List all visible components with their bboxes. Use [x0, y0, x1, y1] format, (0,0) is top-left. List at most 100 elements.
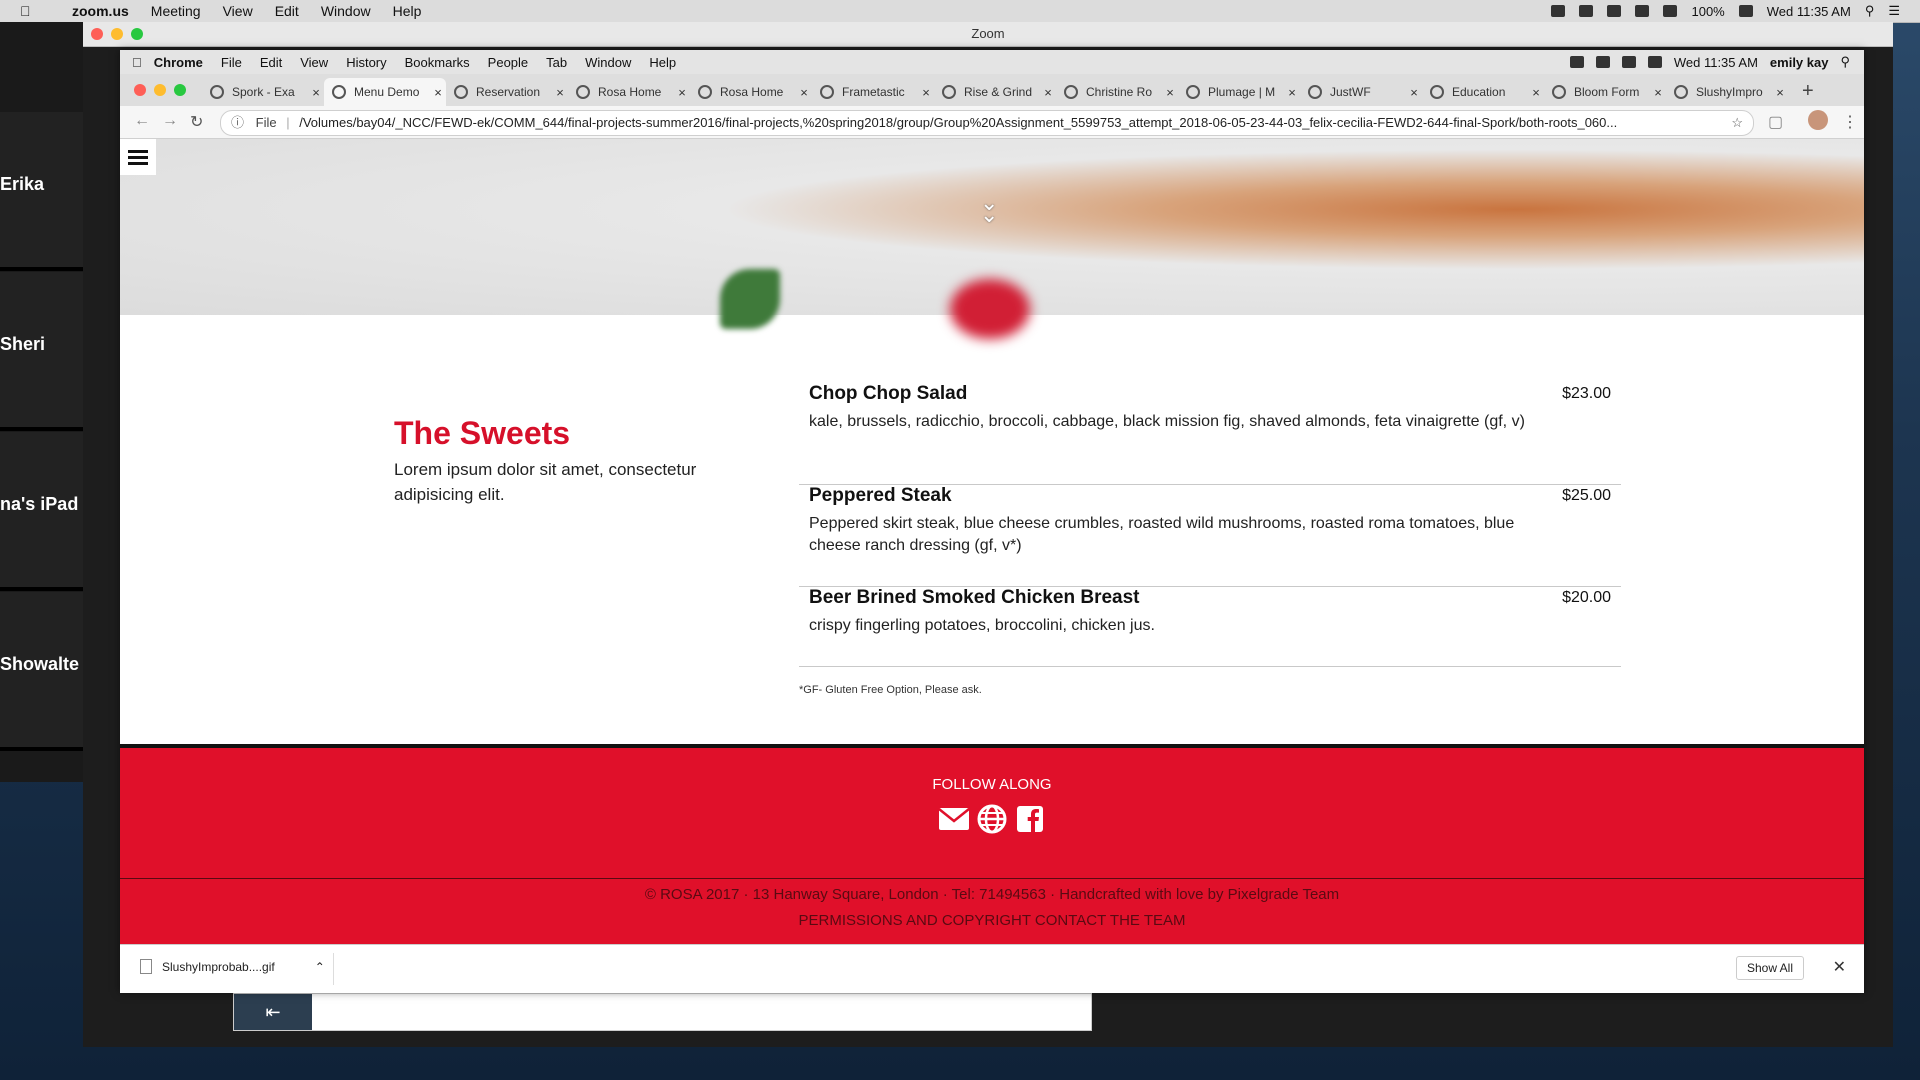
chevron-up-icon[interactable]: ⌃ [315, 960, 325, 974]
menubar-item-meeting[interactable]: Meeting [151, 3, 201, 19]
forward-arrow-icon[interactable]: → [162, 112, 178, 130]
participant-tile[interactable]: Sheri [0, 272, 83, 431]
close-tab-icon[interactable]: × [1772, 85, 1788, 100]
scroll-down-chevron-icon[interactable]: ⌄ ⌄ [980, 192, 998, 226]
close-tab-icon[interactable]: × [674, 85, 690, 100]
minimize-window-icon[interactable] [111, 28, 123, 40]
close-tab-icon[interactable]: × [1528, 85, 1544, 100]
status-icon[interactable] [1621, 56, 1636, 68]
participant-tile[interactable]: Erika [0, 112, 83, 271]
close-tab-icon[interactable]: × [1406, 85, 1422, 100]
minimize-window-icon[interactable] [154, 84, 166, 96]
reload-icon[interactable]: ↻ [190, 112, 203, 132]
extension-icon[interactable]: ▢ [1768, 112, 1783, 132]
mail-icon[interactable] [938, 804, 970, 834]
spotlight-icon[interactable]: ⚲ [1840, 54, 1850, 70]
browser-tab[interactable]: Rise & Grind × [934, 78, 1056, 106]
more-menu-icon[interactable]: ⋮ [1842, 112, 1858, 132]
back-arrow-icon[interactable]: ⇤ [234, 994, 312, 1030]
browser-tab[interactable]: JustWF × [1300, 78, 1422, 106]
browser-tab[interactable]: Plumage | M × [1178, 78, 1300, 106]
close-tab-icon[interactable]: × [430, 85, 446, 100]
chrome-menu-view[interactable]: View [300, 55, 328, 70]
gluten-free-note: *GF- Gluten Free Option, Please ask. [799, 684, 982, 696]
menubar-clock[interactable]: Wed 11:35 AM [1767, 4, 1851, 19]
menu-list-icon[interactable]: ☰ [1888, 3, 1900, 19]
chrome-menu-history[interactable]: History [346, 55, 386, 70]
close-tab-icon[interactable]: × [796, 85, 812, 100]
back-arrow-icon[interactable]: ← [134, 112, 150, 130]
participant-tile[interactable]: na's iPad [0, 432, 83, 591]
menubar-item-help[interactable]: Help [393, 3, 422, 19]
footer-links[interactable]: PERMISSIONS AND COPYRIGHT CONTACT THE TE… [120, 912, 1864, 929]
show-all-button[interactable]: Show All [1735, 956, 1804, 980]
menu-item: Beer Brined Smoked Chicken Breast $20.00… [799, 587, 1621, 667]
close-tab-icon[interactable]: × [1040, 85, 1056, 100]
download-item[interactable]: SlushyImprobab....gif ⌃ [140, 959, 325, 974]
wifi-icon[interactable] [1635, 5, 1650, 17]
globe-icon[interactable] [976, 804, 1008, 834]
volume-icon[interactable] [1663, 5, 1678, 17]
close-icon[interactable]: ✕ [1833, 957, 1846, 977]
menubar-item-edit[interactable]: Edit [275, 3, 299, 19]
menubar-app-name[interactable]: zoom.us [72, 3, 129, 19]
browser-tab[interactable]: Christine Ro × [1056, 78, 1178, 106]
chrome-clock[interactable]: Wed 11:35 AM [1674, 55, 1758, 70]
user-name[interactable]: emily kay [1770, 55, 1829, 70]
fullscreen-window-icon[interactable] [131, 28, 143, 40]
hero-image: ⌄ ⌄ [120, 139, 1864, 339]
chrome-menu-edit[interactable]: Edit [260, 55, 282, 70]
tab-title: Reservation [476, 85, 541, 99]
browser-tab[interactable]: Reservation × [446, 78, 568, 106]
chrome-menu-bookmarks[interactable]: Bookmarks [405, 55, 470, 70]
status-icon[interactable] [1607, 5, 1622, 17]
close-tab-icon[interactable]: × [552, 85, 568, 100]
status-icon[interactable] [1579, 5, 1594, 17]
close-tab-icon[interactable]: × [308, 85, 324, 100]
browser-tab[interactable]: Rosa Home × [690, 78, 812, 106]
apple-menu-icon[interactable]:  [132, 55, 142, 70]
fullscreen-window-icon[interactable] [174, 84, 186, 96]
close-tab-icon[interactable]: × [1650, 85, 1666, 100]
avatar[interactable] [1808, 110, 1828, 130]
browser-tab[interactable]: Spork - Exa × [202, 78, 324, 106]
menubar-item-view[interactable]: View [223, 3, 253, 19]
spotlight-icon[interactable]: ⚲ [1865, 3, 1875, 19]
close-tab-icon[interactable]: × [918, 85, 934, 100]
apple-menu-icon[interactable]:  [20, 3, 42, 19]
status-icon[interactable] [1569, 56, 1584, 68]
chrome-menu-tab[interactable]: Tab [546, 55, 567, 70]
chrome-menu-help[interactable]: Help [649, 55, 676, 70]
info-icon[interactable]: ⓘ [231, 111, 244, 135]
browser-tab[interactable]: Education × [1422, 78, 1544, 106]
battery-percent[interactable]: 100% [1691, 4, 1724, 19]
bookmark-star-icon[interactable]: ☆ [1731, 111, 1743, 135]
menu-item-price: $23.00 [1562, 385, 1611, 402]
close-window-icon[interactable] [91, 28, 103, 40]
hamburger-menu-icon[interactable] [120, 139, 156, 175]
section-description: Lorem ipsum dolor sit amet, consectetur … [394, 460, 697, 504]
browser-tab[interactable]: Frametastic × [812, 78, 934, 106]
chrome-menu-people[interactable]: People [488, 55, 528, 70]
browser-tab[interactable]: SlushyImpro × [1666, 78, 1788, 106]
menu-item-name: Beer Brined Smoked Chicken Breast [809, 587, 1140, 608]
status-icon[interactable] [1551, 5, 1566, 17]
wifi-icon[interactable] [1647, 56, 1662, 68]
close-tab-icon[interactable]: × [1162, 85, 1178, 100]
status-icon[interactable] [1595, 56, 1610, 68]
chrome-menu-window[interactable]: Window [585, 55, 631, 70]
browser-tab-active[interactable]: Menu Demo × [324, 78, 446, 106]
facebook-icon[interactable] [1014, 804, 1046, 834]
chrome-menu-file[interactable]: File [221, 55, 242, 70]
new-tab-plus-icon[interactable]: + [1802, 80, 1814, 103]
chrome-menu-chrome[interactable]: Chrome [154, 55, 203, 70]
close-tab-icon[interactable]: × [1284, 85, 1300, 100]
menubar-item-window[interactable]: Window [321, 3, 371, 19]
address-bar[interactable]: ⓘ File | /Volumes/bay04/_NCC/FEWD-ek/COM… [220, 110, 1754, 136]
browser-tab[interactable]: Bloom Form × [1544, 78, 1666, 106]
participant-name: Sheri [0, 334, 46, 354]
close-window-icon[interactable] [134, 84, 146, 96]
battery-icon[interactable] [1738, 5, 1753, 17]
browser-tab[interactable]: Rosa Home × [568, 78, 690, 106]
participant-tile[interactable]: Showalte [0, 592, 83, 751]
